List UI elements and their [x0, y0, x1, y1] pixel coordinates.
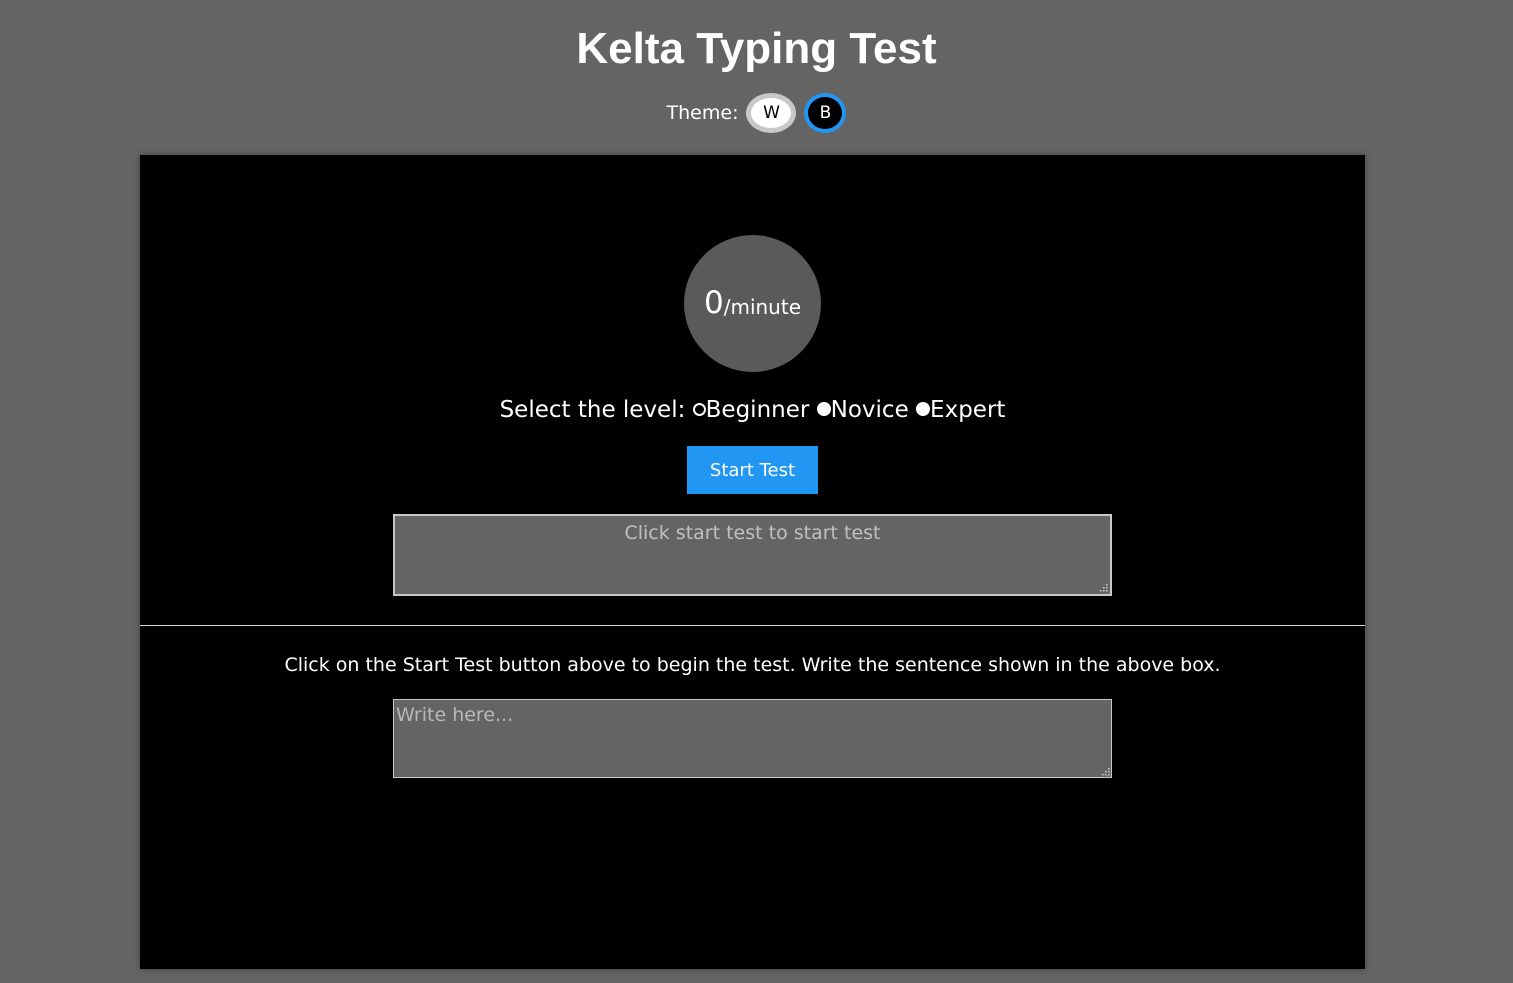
- start-test-button[interactable]: Start Test: [687, 446, 818, 494]
- level-label: Select the level:: [499, 397, 686, 423]
- typing-test-panel: 0/minute Select the level: Beginner Novi…: [140, 155, 1365, 969]
- level-option-label: Novice: [830, 397, 909, 423]
- radio-unselected-icon[interactable]: [692, 403, 706, 416]
- theme-white-button[interactable]: W: [746, 93, 797, 133]
- level-option-beginner[interactable]: Beginner: [692, 397, 810, 423]
- page-title: Kelta Typing Test: [576, 24, 937, 73]
- sentence-text: Click start test to start test: [624, 522, 881, 544]
- resize-grip-icon[interactable]: [1098, 582, 1108, 592]
- theme-label: Theme:: [666, 102, 739, 124]
- radio-filled-icon[interactable]: [816, 402, 831, 416]
- resize-grip-icon[interactable]: [1100, 766, 1110, 776]
- speed-indicator: 0/minute: [684, 235, 821, 372]
- radio-filled-icon[interactable]: [916, 402, 931, 416]
- typing-input[interactable]: [393, 699, 1112, 778]
- level-selector: Select the level: Beginner Novice Expert: [140, 395, 1365, 425]
- theme-black-button[interactable]: B: [804, 93, 847, 133]
- level-option-label: Expert: [930, 397, 1006, 423]
- level-option-label: Beginner: [705, 397, 810, 423]
- section-divider: [140, 625, 1365, 626]
- level-option-expert[interactable]: Expert: [916, 397, 1005, 423]
- theme-switcher: Theme: W B: [0, 93, 1513, 133]
- level-option-novice[interactable]: Novice: [816, 397, 909, 423]
- instructions-text: Click on the Start Test button above to …: [284, 654, 1221, 676]
- speed-unit: /minute: [723, 294, 801, 319]
- sentence-display-box: Click start test to start test: [393, 514, 1112, 596]
- speed-value: 0: [703, 285, 724, 321]
